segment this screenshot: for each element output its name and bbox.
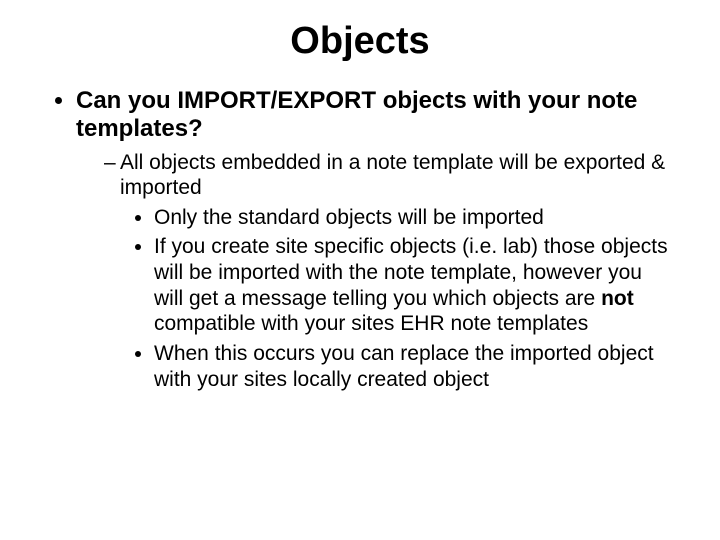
bullet-list-level2: All objects embedded in a note template … [76, 150, 670, 392]
list-item: Can you IMPORT/EXPORT objects with your … [76, 87, 670, 392]
subsub2-post-text: compatible with your sites EHR note temp… [154, 312, 588, 335]
list-item: All objects embedded in a note template … [104, 150, 670, 392]
list-item: Only the standard objects will be import… [154, 205, 670, 231]
bullet-list-level1: Can you IMPORT/EXPORT objects with your … [50, 87, 670, 392]
slide: Objects Can you IMPORT/EXPORT objects wi… [0, 0, 720, 540]
list-item: If you create site specific objects (i.e… [154, 234, 670, 336]
slide-title: Objects [50, 20, 670, 63]
bullet-list-level3: Only the standard objects will be import… [120, 205, 670, 392]
list-item: When this occurs you can replace the imp… [154, 341, 670, 392]
bullet1-text: Can you IMPORT/EXPORT objects with your … [76, 87, 637, 142]
sub1-text: All objects embedded in a note template … [120, 151, 665, 200]
subsub2-bold-text: not [601, 287, 634, 310]
subsub2-pre-text: If you create site specific objects (i.e… [154, 235, 668, 309]
subsub1-text: Only the standard objects will be import… [154, 206, 544, 229]
subsub3-text: When this occurs you can replace the imp… [154, 342, 654, 391]
